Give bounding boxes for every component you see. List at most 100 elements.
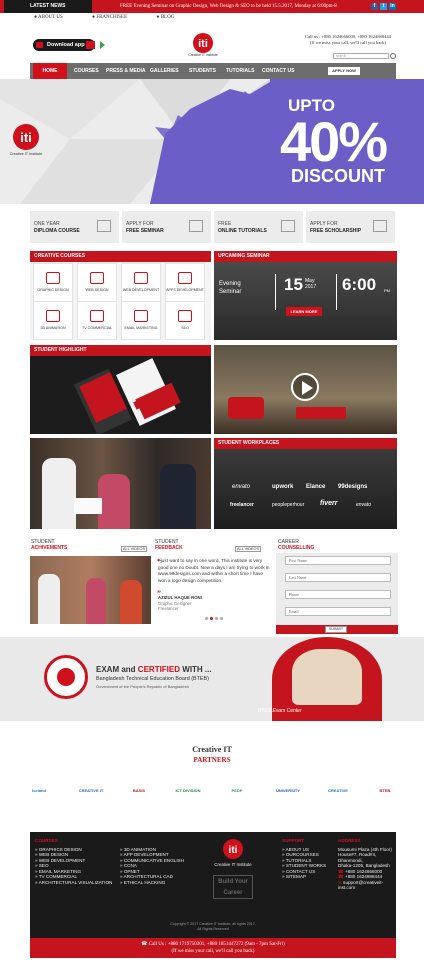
partner-ict-division[interactable]: ICT DIVISION (168, 788, 208, 808)
search-input[interactable]: search (333, 53, 389, 59)
course-apps-development[interactable]: APPS DEVELOPMENT (165, 263, 205, 302)
feedback-all-videos-button[interactable]: ALL VIDEOS (235, 546, 261, 552)
pencil-ruler-icon (46, 272, 60, 284)
toplink-blog[interactable]: ● BLOG (156, 15, 188, 20)
latest-news-label: LATEST NEWS (4, 0, 92, 13)
monitor-icon (281, 220, 295, 232)
download-icon (36, 42, 43, 48)
footer-support-col: SUPPORT » ABOUT US » OURCOURSES » TUTORI… (282, 838, 336, 880)
nav-students[interactable]: STUDENTS (189, 63, 216, 79)
person-white-shirt (38, 574, 60, 624)
seminar-divider (275, 274, 276, 310)
carousel-dot-active[interactable] (210, 617, 213, 620)
call-bar-line[interactable]: ☎ Call Us : +880 1719750301, +880 185144… (30, 941, 396, 948)
call-bar-sub: (If we miss your call, we'll call you ba… (171, 949, 255, 954)
google-play-icon[interactable] (100, 41, 105, 49)
site-logo[interactable]: iti Creative IT Institute (188, 32, 218, 58)
nav-galleries[interactable]: GALLERIES (150, 63, 179, 79)
linkedin-icon[interactable]: in (389, 3, 396, 10)
author-name: AZIZUL HAQUE RONI (158, 595, 202, 600)
course-label: 3D ANIMATION (40, 326, 66, 330)
certificate (74, 498, 102, 514)
info-free-scholarship[interactable]: APPLY FOR FREE SCHOLARSHIP (306, 211, 395, 243)
course-graphic-design[interactable]: GRAPHIC DESIGN (33, 263, 73, 302)
play-icon (302, 381, 313, 395)
footer-courses-col-a: COURSES » GRAPHICS DESIGN » WEB DESIGN »… (35, 838, 115, 885)
person-pink-dress (86, 578, 106, 624)
courses-grid: GRAPHIC DESIGN WEB DESIGN WEB DEVELOPMEN… (30, 262, 211, 340)
app-store-icon (86, 41, 95, 49)
info-free-seminar[interactable]: APPLY FOR FREE SEMINAR (122, 211, 211, 243)
learn-more-button[interactable]: LEARN MORE (286, 307, 322, 316)
header-contact: Call us : +880 1624666000, +880 16248884… (300, 34, 396, 46)
nav-home[interactable]: HOME (33, 63, 67, 79)
logo-caption: Creative IT Institute (188, 53, 218, 57)
course-label: EMAIL MARKETING (124, 326, 158, 330)
highlight-business-cards-image[interactable] (30, 356, 211, 436)
hero-banner[interactable]: iti Creative IT Institute UPTO 40% DISCO… (0, 79, 424, 204)
download-app-button[interactable]: Download app (33, 39, 95, 51)
partner-creative-it[interactable]: CREATIVE IT (76, 788, 106, 808)
first-name-field[interactable]: First Name (285, 556, 391, 565)
carousel-dot[interactable] (215, 617, 218, 620)
feedback-carousel-dots[interactable] (205, 617, 223, 621)
seminar-divider (336, 274, 337, 310)
achievements-photo[interactable] (30, 556, 151, 624)
feedback-author: AZIZUL HAQUE RONI Graphic Designer Freel… (158, 595, 202, 612)
exam-banner[interactable]: EXAM and CERTIFIED WITH ... Bangladesh T… (0, 637, 424, 721)
partner-basis[interactable]: BASIS (128, 788, 150, 808)
phone-field[interactable]: Phone (285, 590, 391, 599)
partner-pedp[interactable]: PEDP (226, 788, 248, 808)
course-web-development[interactable]: WEB DEVELOPMENT (121, 263, 161, 302)
info-diploma-course[interactable]: ONE YEAR DIPLOMA COURSE (30, 211, 119, 243)
business-cards-graphic (30, 356, 211, 436)
course-email-marketing[interactable]: EMAIL MARKETING (121, 301, 161, 340)
footer-course-link[interactable]: » ETHICAL HACKING (120, 880, 196, 886)
course-tv-commercial[interactable]: TV COMMERCIAL (77, 301, 117, 340)
apply-now-button[interactable]: APPLY NOW (328, 67, 360, 75)
svg-text:iti: iti (20, 130, 32, 145)
partner-bteb[interactable]: BTEB (374, 788, 396, 808)
course-3d-animation[interactable]: 3D ANIMATION (33, 301, 73, 340)
video-camera-icon (90, 310, 104, 322)
email-field[interactable]: Email (285, 607, 391, 616)
footer-logo-mark: iti (223, 839, 243, 859)
seminar-banner[interactable]: Evening Seminar 15 May 2017 6:00 PM LEAR… (214, 262, 397, 340)
partners-subtitle: PARTNERS (193, 756, 231, 764)
address-email[interactable]: ✉ support@creativeit-inst.com (338, 880, 394, 891)
counselling-title: COUNSELLING (278, 545, 315, 551)
footer-logo[interactable]: iti Creative IT Institute Build Your Car… (198, 838, 268, 899)
feedback-heading: STUDENT FEEDBACK (155, 539, 183, 551)
nav-tutorials[interactable]: TUTORIALS (226, 63, 255, 79)
partner-university[interactable]: UNIVERSITY (274, 788, 302, 808)
carousel-dot[interactable] (205, 617, 208, 620)
counselling-heading: CAREER COUNSELLING (278, 539, 314, 551)
info-online-tutorials[interactable]: FREE ONLINE TUTORIALS (214, 211, 303, 243)
toplink-franchisee[interactable]: ● FRANCHISEE (92, 15, 141, 20)
brand-upwork: upwork (272, 484, 294, 490)
nav-press-media[interactable]: PRESS & MEDIA (106, 63, 145, 79)
facebook-icon[interactable]: f (371, 3, 378, 10)
course-web-design[interactable]: WEB DESIGN (77, 263, 117, 302)
submit-button[interactable]: SUBMIT (325, 626, 347, 633)
student-workplaces-header: STUDENT WORKPLACES (214, 438, 397, 449)
award-ceremony-photo[interactable] (30, 438, 211, 529)
footer-support-link[interactable]: » SITEMAP (282, 874, 336, 880)
course-seo[interactable]: SEO (165, 301, 205, 340)
bteb-seal-icon (44, 655, 88, 699)
carousel-dot[interactable] (220, 617, 223, 620)
achievements-all-videos-button[interactable]: ALL VIDEOS (121, 546, 147, 552)
partner-creative[interactable]: CREATIVE (318, 788, 358, 808)
classroom-video[interactable] (214, 345, 397, 434)
play-button[interactable] (291, 373, 319, 401)
twitter-icon[interactable]: t (380, 3, 387, 10)
last-name-field[interactable]: Last Name (285, 573, 391, 582)
footer-course-link[interactable]: » ARCHITECTURAL VISUALIZATION (35, 880, 115, 886)
scholarship-icon (373, 220, 387, 232)
news-ticker[interactable]: FREE Evening Seminar on Graphic Design, … (120, 0, 337, 13)
search-icon[interactable] (390, 53, 396, 59)
nav-courses[interactable]: COURSES (74, 63, 99, 79)
toplink-about[interactable]: ● ABOUT US (34, 15, 77, 20)
partner-iceland[interactable]: Iceland (20, 788, 58, 808)
nav-contact[interactable]: CONTACT US (262, 63, 294, 79)
